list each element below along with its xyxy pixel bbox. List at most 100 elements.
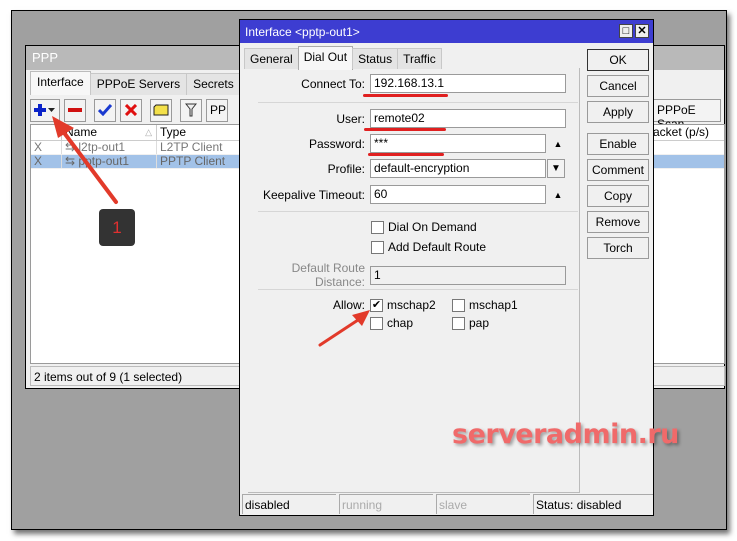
plus-dropdown-icon <box>33 103 57 117</box>
status-running: running <box>339 494 433 514</box>
ppp-toolbar: PP <box>30 98 232 122</box>
connect-to-label: Connect To: <box>301 76 365 91</box>
default-route-distance-label: Default Route Distance: <box>291 261 365 289</box>
user-row: User: remote02 <box>248 109 566 128</box>
filter-button[interactable] <box>180 98 202 122</box>
status-slave: slave <box>436 494 530 514</box>
tab-interface[interactable]: Interface <box>30 71 91 95</box>
tab-dial-out[interactable]: Dial Out <box>297 46 354 70</box>
user-label: User: <box>336 111 365 126</box>
comment-button[interactable] <box>150 98 172 122</box>
status-text: Status: disabled <box>533 494 653 514</box>
allow-row: Allow: ✔ mschap2 mschap1 <box>248 298 518 312</box>
highlight-underline <box>363 94 448 97</box>
checkmark-icon: ✔ <box>371 298 382 311</box>
remove-button[interactable]: Remove <box>587 211 649 233</box>
pppoe-scan-button[interactable]: PPPoE Scan <box>653 99 721 131</box>
maximize-button[interactable]: □ <box>619 24 633 38</box>
triangle-up-icon: ▲ <box>553 189 563 200</box>
col-flag[interactable] <box>31 125 62 140</box>
close-icon: ✕ <box>637 25 647 37</box>
disable-button[interactable] <box>120 98 142 122</box>
add-default-route-checkbox[interactable]: Add Default Route <box>371 240 486 254</box>
tab-pppoe-servers[interactable]: PPPoE Servers <box>89 73 188 95</box>
password-row: Password: *** ▲ <box>248 134 567 153</box>
apply-button[interactable]: Apply <box>587 101 649 123</box>
password-label: Password: <box>308 136 365 151</box>
checkmark-icon <box>98 104 112 116</box>
password-toggle-button[interactable]: ▲ <box>549 134 567 153</box>
row-type: PPTP Client <box>157 155 247 168</box>
connect-to-input[interactable]: 192.168.13.1 <box>370 74 566 93</box>
tab-secrets[interactable]: Secrets <box>186 73 241 95</box>
dial-on-demand-checkbox[interactable]: Dial On Demand <box>371 220 477 234</box>
tab-traffic[interactable]: Traffic <box>397 48 442 69</box>
cancel-button[interactable]: Cancel <box>587 75 649 97</box>
allow-pap-checkbox[interactable]: pap <box>452 316 489 330</box>
add-button[interactable] <box>30 98 60 122</box>
separator <box>258 102 578 103</box>
keepalive-input[interactable]: 60 <box>370 185 546 204</box>
chevron-down-icon: ▼ <box>551 163 561 174</box>
profile-label: Profile: <box>327 161 365 176</box>
dialog-title-bar[interactable]: Interface <pptp-out1> □ ✕ <box>240 20 653 43</box>
allow-label: Allow: <box>332 298 365 312</box>
allow-chap-checkbox[interactable]: chap <box>370 316 452 330</box>
interface-icon: ⇆ <box>65 141 79 154</box>
torch-button[interactable]: Torch <box>587 237 649 259</box>
checkbox-box[interactable] <box>370 316 383 330</box>
checkbox-box[interactable]: ✔ <box>370 298 383 312</box>
default-route-distance-row: Default Route Distance: 1 <box>248 261 566 289</box>
default-route-distance-input[interactable]: 1 <box>370 265 566 285</box>
allow-mschap2-checkbox[interactable]: ✔ mschap2 <box>370 298 452 312</box>
pppoe-scan-partial-button[interactable]: PP <box>206 98 228 122</box>
highlight-underline <box>368 153 444 156</box>
status-disabled: disabled <box>242 494 336 514</box>
copy-button[interactable]: Copy <box>587 185 649 207</box>
interface-icon: ⇆ <box>65 155 79 168</box>
enable-button[interactable] <box>94 98 116 122</box>
profile-select[interactable]: default-encryption <box>370 159 546 178</box>
x-icon <box>125 104 137 116</box>
password-input[interactable]: *** <box>370 134 546 153</box>
row-flag: X <box>31 141 62 154</box>
checkbox-box[interactable] <box>371 220 384 234</box>
dialog-tabs: General Dial Out Status Traffic <box>244 46 442 70</box>
ok-button[interactable]: OK <box>587 49 649 71</box>
close-button[interactable]: ✕ <box>635 24 649 38</box>
note-icon <box>153 104 169 116</box>
sort-asc-icon: △ <box>145 127 152 137</box>
dialog-status-bar: disabled running slave Status: disabled <box>242 494 656 514</box>
col-name[interactable]: Name △ <box>62 125 157 140</box>
connect-to-row: Connect To: 192.168.13.1 <box>248 74 566 93</box>
row-flag: X <box>31 155 62 168</box>
separator <box>258 289 578 290</box>
tab-status[interactable]: Status <box>352 48 399 69</box>
col-packet-rate[interactable]: Packet (p/s) <box>642 125 722 140</box>
comment-button[interactable]: Comment <box>587 159 649 181</box>
maximize-icon: □ <box>622 25 630 37</box>
user-input[interactable]: remote02 <box>370 109 566 128</box>
checkbox-box[interactable] <box>452 298 465 312</box>
row-type: L2TP Client <box>157 141 247 154</box>
remove-button[interactable] <box>64 98 86 122</box>
step-badge: 1 <box>99 209 135 246</box>
filter-icon <box>185 103 197 117</box>
minus-icon <box>68 107 82 113</box>
keepalive-label: Keepalive Timeout: <box>262 187 365 202</box>
triangle-up-icon: ▲ <box>553 138 563 149</box>
enable-button[interactable]: Enable <box>587 133 649 155</box>
tab-general[interactable]: General <box>244 48 299 69</box>
separator <box>258 211 578 212</box>
allow-mschap1-checkbox[interactable]: mschap1 <box>452 298 518 312</box>
checkbox-box[interactable] <box>371 240 384 254</box>
dialog-title: Interface <pptp-out1> <box>245 25 360 39</box>
keepalive-row: Keepalive Timeout: 60 ▲ <box>248 185 567 204</box>
profile-dropdown-button[interactable]: ▼ <box>547 159 565 178</box>
highlight-underline <box>364 128 446 131</box>
allow-row-2: chap pap <box>370 316 489 330</box>
checkbox-box[interactable] <box>452 316 465 330</box>
ppp-tabs: Interface PPPoE Servers Secrets Pro <box>30 71 273 95</box>
keepalive-toggle-button[interactable]: ▲ <box>549 185 567 204</box>
col-type[interactable]: Type <box>157 125 247 140</box>
